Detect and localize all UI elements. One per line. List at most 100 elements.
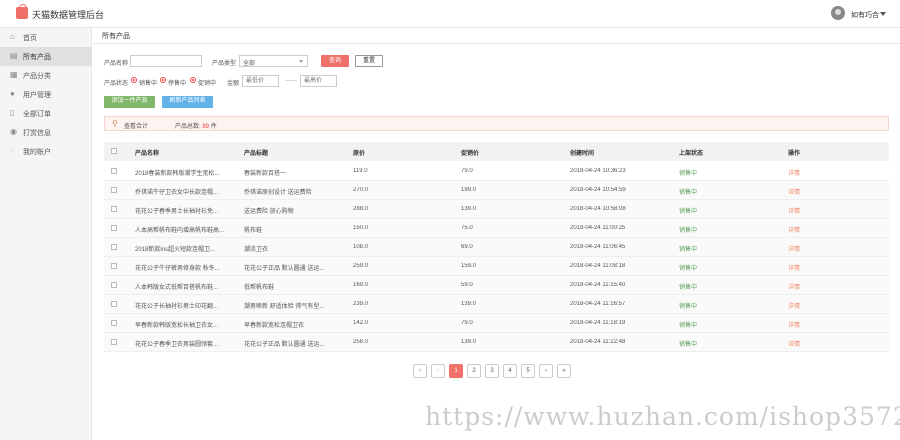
cell-promo-price: 69.0 xyxy=(461,244,473,250)
sidebar-item-rewards[interactable]: ◉ 打赏信息 xyxy=(0,123,92,142)
page-next-button[interactable]: › xyxy=(539,364,553,378)
sidebar-item-label: 全部订单 xyxy=(23,111,51,118)
cell-product-title: 低帮帆布鞋 xyxy=(244,285,275,291)
row-checkbox[interactable] xyxy=(111,187,117,193)
detail-link[interactable]: 详情 xyxy=(788,244,800,253)
page-last-button[interactable]: » xyxy=(557,364,571,378)
shopping-bag-icon xyxy=(16,4,28,19)
reset-button[interactable]: 重置 xyxy=(355,55,383,67)
product-count: 产品总数: 89 件 xyxy=(175,121,217,130)
table-row: 2018新款ins超火短款连帽卫... 潮流卫衣 108.0 69.0 2018… xyxy=(104,238,889,257)
row-checkbox[interactable] xyxy=(111,282,117,288)
cell-original-price: 150.0 xyxy=(353,225,369,231)
sidebar-item-label: 用户管理 xyxy=(23,92,51,99)
cell-promo-price: 199.0 xyxy=(461,187,477,193)
table-row: 花花公子长袖衬衫男士印花翻... 潮男唤新 舒适体验 帅气有型... 239.0… xyxy=(104,295,889,314)
cell-status: 销售中 xyxy=(679,304,698,310)
summary-text: 查看合计 xyxy=(124,124,149,130)
cell-created-time: 2018-04-24 10:36:23 xyxy=(570,168,626,174)
row-checkbox[interactable] xyxy=(111,320,117,326)
cell-status: 销售中 xyxy=(679,323,698,329)
product-type-select[interactable]: 全部 xyxy=(239,55,308,67)
page-button-3[interactable]: 3 xyxy=(485,364,499,378)
product-name-input[interactable] xyxy=(130,55,202,67)
status-radio-stopped[interactable] xyxy=(160,77,166,83)
status-option-label: 销售中 xyxy=(139,81,158,87)
account-icon: ◌ xyxy=(10,146,15,155)
page-first-button[interactable]: « xyxy=(413,364,427,378)
page-button-1[interactable]: 1 xyxy=(449,364,463,378)
page-button-5[interactable]: 5 xyxy=(521,364,535,378)
detail-link[interactable]: 详情 xyxy=(788,168,800,177)
select-all-checkbox[interactable] xyxy=(111,148,117,154)
cell-promo-price: 139.0 xyxy=(461,339,477,345)
refresh-list-button[interactable]: 刷新产品列表 xyxy=(162,96,213,108)
sidebar-item-users[interactable]: ● 用户管理 xyxy=(0,85,92,104)
col-created-time: 创建时间 xyxy=(570,151,595,157)
add-product-button[interactable]: 添加一件产品 xyxy=(104,96,155,108)
amount-label: 金额 xyxy=(227,81,240,87)
user-icon: ● xyxy=(10,89,15,98)
detail-link[interactable]: 详情 xyxy=(788,187,800,196)
page-title: 所有产品 xyxy=(102,33,130,40)
sidebar-item-orders[interactable]: ▯ 全部订单 xyxy=(0,104,92,123)
count-suffix: 件 xyxy=(210,124,217,130)
sidebar-item-label: 首页 xyxy=(23,35,37,42)
page-prev-button[interactable]: ‹ xyxy=(431,364,445,378)
cell-promo-price: 79.0 xyxy=(461,320,473,326)
row-checkbox[interactable] xyxy=(111,263,117,269)
detail-link[interactable]: 详情 xyxy=(788,225,800,234)
cell-product-title: 花花公子正品 默认圆通 送运... xyxy=(244,342,325,348)
cell-product-name: 2018新款ins超火短款连帽卫... xyxy=(135,247,216,253)
home-icon: ⌂ xyxy=(10,32,15,41)
sidebar-item-account[interactable]: ◌ 我的账户 xyxy=(0,142,92,161)
cell-product-name: 早春新款韩版宽松长袖卫衣女... xyxy=(135,323,219,329)
page-button-2[interactable]: 2 xyxy=(467,364,481,378)
cell-status: 销售中 xyxy=(679,285,698,291)
detail-link[interactable]: 详情 xyxy=(788,282,800,291)
row-checkbox[interactable] xyxy=(111,225,117,231)
cell-promo-price: 139.0 xyxy=(461,301,477,307)
cell-created-time: 2018-04-24 11:18:19 xyxy=(570,320,626,326)
min-price-input[interactable] xyxy=(242,75,279,87)
cell-product-title: 潮流卫衣 xyxy=(244,247,269,253)
cell-status: 销售中 xyxy=(679,247,698,253)
cell-product-name: 花花公子长袖衬衫男士印花翻... xyxy=(135,304,219,310)
count-value: 89 xyxy=(202,124,210,130)
row-checkbox[interactable] xyxy=(111,301,117,307)
detail-link[interactable]: 详情 xyxy=(788,301,800,310)
row-checkbox[interactable] xyxy=(111,339,117,345)
reward-icon: ◉ xyxy=(10,127,17,136)
row-checkbox[interactable] xyxy=(111,168,117,174)
avatar[interactable] xyxy=(831,6,845,20)
sidebar-item-home[interactable]: ⌂ 首页 xyxy=(0,28,92,47)
max-price-input[interactable] xyxy=(300,75,337,87)
status-radio-promo[interactable] xyxy=(190,77,196,83)
chevron-down-icon[interactable] xyxy=(880,12,886,16)
cell-created-time: 2018-04-24 11:00:25 xyxy=(570,225,626,231)
user-name[interactable]: 如有巧合 xyxy=(851,10,879,20)
query-button[interactable]: 查询 xyxy=(321,55,349,67)
row-checkbox[interactable] xyxy=(111,206,117,212)
status-radio-selling[interactable] xyxy=(131,77,137,83)
table-row: 早春新款韩版宽松长袖卫衣女... 早春新款宽松连帽卫衣 142.0 79.0 2… xyxy=(104,314,889,333)
detail-link[interactable]: 详情 xyxy=(788,263,800,272)
grid-icon: ▦ xyxy=(10,70,18,79)
sidebar-item-products[interactable]: ▤ 所有产品 xyxy=(0,47,92,66)
cell-product-title: 送运费险 放心购物 xyxy=(244,209,294,215)
detail-link[interactable]: 详情 xyxy=(788,339,800,348)
cell-original-price: 288.0 xyxy=(353,206,369,212)
cell-original-price: 258.0 xyxy=(353,339,369,345)
range-separator: —— xyxy=(285,78,297,84)
chevron-down-icon xyxy=(299,60,303,63)
cell-status: 销售中 xyxy=(679,266,698,272)
sidebar-item-categories[interactable]: ▦ 产品分类 xyxy=(0,66,92,85)
col-product-title: 产品标题 xyxy=(244,151,269,157)
detail-link[interactable]: 详情 xyxy=(788,206,800,215)
cell-created-time: 2018-04-24 11:16:57 xyxy=(570,301,626,307)
page-button-4[interactable]: 4 xyxy=(503,364,517,378)
row-checkbox[interactable] xyxy=(111,244,117,250)
cell-original-price: 108.0 xyxy=(353,244,369,250)
search-icon: ⚲ xyxy=(112,119,118,128)
detail-link[interactable]: 详情 xyxy=(788,320,800,329)
